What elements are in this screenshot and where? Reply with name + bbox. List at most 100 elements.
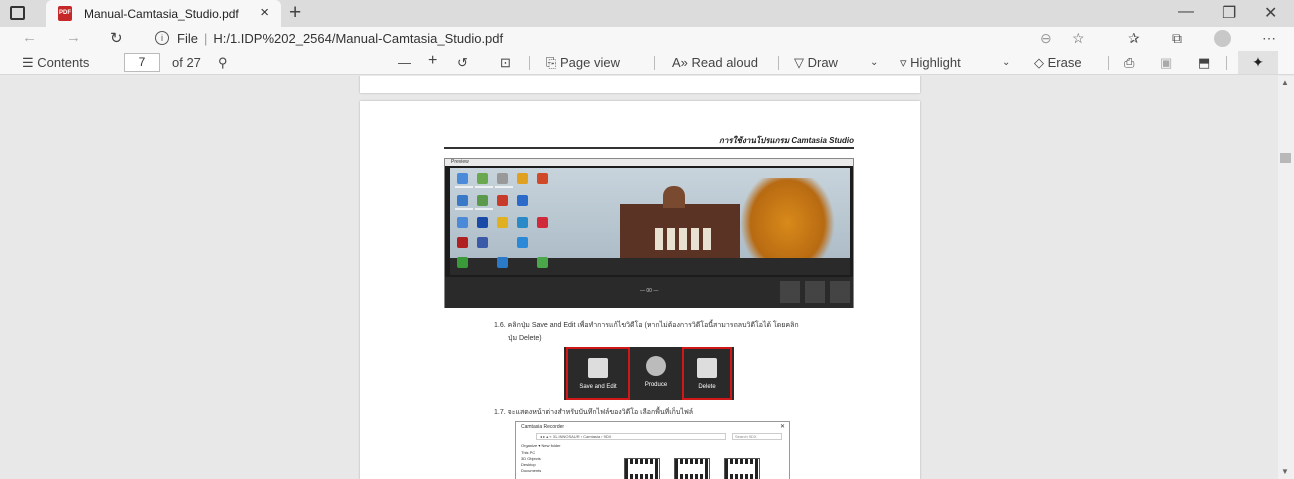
recorder-time: — 00 — (640, 288, 659, 294)
dialog-close-icon: ✕ (779, 424, 785, 430)
dialog-path: ◂ ▸ ▴ « 31-INNOSAUR › Camtasia › 9DX (536, 433, 726, 440)
delete-mini-button (830, 281, 850, 303)
forward-icon[interactable]: → (66, 29, 81, 46)
erase-label: Erase (1047, 55, 1082, 70)
pin-toolbar-icon[interactable]: ✦ (1238, 51, 1278, 74)
file-label: File (177, 31, 198, 46)
save-and-edit-label: Save and Edit (579, 384, 617, 390)
desktop-app-icon (497, 257, 508, 268)
page-count: of 27 (172, 55, 201, 70)
draw-dropdown-icon[interactable]: ⌄ (870, 57, 878, 68)
desktop-app-icon (537, 173, 548, 184)
collections-icon[interactable]: ⧉ (1172, 30, 1182, 47)
browser-window: PDF Manual-Camtasia_Studio.pdf × + — ❐ ✕… (0, 0, 1294, 479)
back-icon[interactable]: ← (22, 29, 37, 46)
read-aloud-button[interactable]: A» Read aloud (672, 55, 758, 70)
zoom-icon[interactable]: ⊖ (1040, 30, 1052, 47)
scroll-up-icon[interactable]: ▲ (1281, 78, 1289, 87)
desktop-app-icon (457, 217, 468, 228)
highlight-dropdown-icon[interactable]: ⌄ (1002, 57, 1010, 68)
pdf-toolbar: ☰ Contents 7 of 27 ⚲ — + ↺ ⊡ ⎘ Page view… (0, 50, 1294, 75)
produce-mini-button (805, 281, 825, 303)
print-icon[interactable]: ⎙ (1124, 55, 1134, 71)
divider (1226, 56, 1227, 70)
find-icon[interactable]: ⚲ (218, 55, 228, 71)
zoom-out-button[interactable]: — (398, 55, 411, 70)
zoom-in-button[interactable]: + (428, 52, 437, 70)
scroll-thumb[interactable] (1280, 153, 1291, 163)
new-tab-button[interactable]: + (289, 1, 301, 25)
close-button[interactable]: ✕ (1264, 3, 1277, 23)
fit-page-icon[interactable]: ⊡ (500, 55, 511, 71)
recorder-preview-image: Preview — 00 — (444, 158, 854, 308)
desktop-app-icon (497, 173, 508, 184)
save-as-icon[interactable]: ⬒ (1198, 55, 1210, 71)
step-1-6-line2: ปุ่ม Delete) (508, 335, 542, 342)
info-icon[interactable]: i (155, 31, 169, 45)
desktop-app-icon (537, 217, 548, 228)
desktop-icon-label (455, 186, 473, 188)
address-bar: ← → ↻ i File | H:/1.IDP%202_2564/Manual-Ca… (0, 27, 1294, 50)
desktop-app-icon (457, 173, 468, 184)
page-view-button[interactable]: ⎘ Page view (546, 55, 620, 71)
produce-button: Produce (634, 347, 678, 400)
divider (654, 56, 655, 70)
desktop-app-icon (517, 195, 528, 206)
page-number-input[interactable]: 7 (124, 53, 160, 72)
desktop-app-icon (517, 237, 528, 248)
read-aloud-label: Read aloud (691, 55, 759, 70)
video-file-thumbnail (724, 458, 760, 479)
erase-button[interactable]: ◇ Erase (1034, 55, 1082, 71)
save-icon[interactable]: ▣ (1160, 55, 1172, 71)
recorder-controls: — 00 — (445, 277, 853, 308)
save-dialog-image: Camtasia Recorder ✕ ◂ ▸ ▴ « 31-INNOSAUR … (515, 421, 790, 479)
desktop-app-icon (477, 237, 488, 248)
desktop-app-icon (537, 257, 548, 268)
tab-title: Manual-Camtasia_Studio.pdf (84, 7, 239, 21)
divider (1108, 56, 1109, 70)
desktop-app-icon (497, 195, 508, 206)
tab-active[interactable]: PDF Manual-Camtasia_Studio.pdf × (46, 0, 281, 27)
desktop-app-icon (457, 195, 468, 206)
read-mode-icon[interactable]: ☆ (1072, 30, 1085, 47)
tab-bar: PDF Manual-Camtasia_Studio.pdf × + — ❐ ✕ (0, 0, 1294, 27)
favorites-icon[interactable]: ✰ (1128, 30, 1140, 47)
vertical-scrollbar[interactable]: ▲ ▼ (1278, 76, 1294, 479)
video-file-thumbnail (624, 458, 660, 479)
draw-label: Draw (807, 55, 838, 70)
divider (529, 56, 530, 70)
pdf-icon: PDF (58, 6, 72, 21)
desktop-icon-label (475, 208, 493, 210)
scroll-down-icon[interactable]: ▼ (1281, 467, 1289, 476)
tab-actions-icon[interactable] (10, 6, 25, 20)
desktop-app-icon (477, 217, 488, 228)
profile-avatar[interactable] (1214, 30, 1231, 47)
more-menu-icon[interactable]: ⋯ (1262, 30, 1276, 47)
desktop-screenshot (450, 168, 850, 275)
save-edit-mini-button (780, 281, 800, 303)
save-and-edit-button: Save and Edit (566, 347, 630, 400)
desktop-icon-label (495, 186, 513, 188)
url-field[interactable]: File | H:/1.IDP%202_2564/Manual-Camtasia_S… (177, 31, 503, 46)
dialog-organize: Organize ▾ New folder (521, 443, 561, 448)
highlight-label: Highlight (910, 55, 961, 70)
previous-page (360, 76, 920, 93)
draw-button[interactable]: ▽ Draw (794, 55, 838, 71)
desktop-icon-label (475, 186, 493, 188)
desktop-app-icon (497, 217, 508, 228)
contents-button[interactable]: ☰ Contents (22, 55, 89, 71)
minimize-button[interactable]: — (1178, 3, 1194, 21)
film-reel-icon (646, 356, 666, 376)
highlight-button[interactable]: ▿ Highlight (900, 55, 961, 71)
maximize-button[interactable]: ❐ (1222, 3, 1236, 23)
rotate-icon[interactable]: ↺ (457, 55, 468, 71)
desktop-app-icon (517, 173, 528, 184)
pdf-viewport[interactable]: การใช้งานโปรแกรม Camtasia Studio Preview (0, 76, 1278, 479)
produce-label: Produce (644, 382, 668, 388)
desktop-icon-label (455, 208, 473, 210)
tab-close-icon[interactable]: × (260, 4, 269, 21)
refresh-icon[interactable]: ↻ (110, 29, 123, 47)
page-view-label: Page view (560, 55, 620, 70)
desktop-app-icon (457, 257, 468, 268)
step-1-7: 1.7. จะแสดงหน้าต่างสำหรับบันทึกไฟล์ของวิ… (494, 409, 694, 416)
